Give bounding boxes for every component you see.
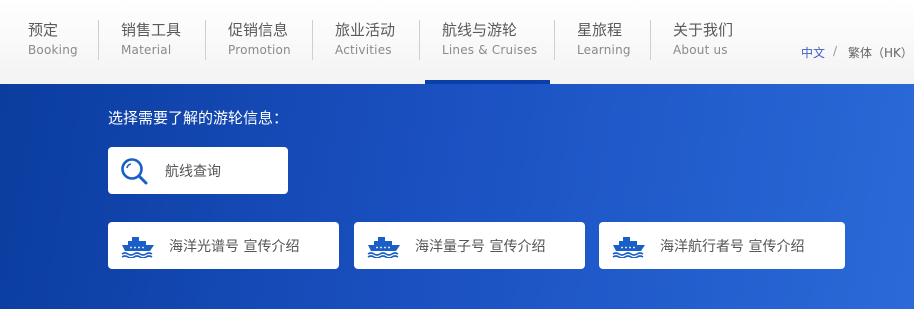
nav-item-lines-cruises[interactable]: 航线与游轮 Lines & Cruises [442, 20, 537, 62]
top-nav: 预定 Booking 销售工具 Material 促销信息 Promotion … [0, 0, 914, 84]
lang-zh-link[interactable]: 中文 [801, 44, 825, 61]
nav-divider [554, 20, 555, 60]
ship-card-label: 海洋量子号 宣传介绍 [415, 239, 546, 255]
nav-divider [419, 20, 420, 60]
nav-item-en: Learning [577, 43, 631, 57]
nav-item-cn: 航线与游轮 [442, 21, 518, 39]
lang-hk-link[interactable]: 繁体（HK） [848, 44, 913, 61]
nav-item-activities[interactable]: 旅业活动 Activities [335, 20, 395, 62]
nav-item-promotion[interactable]: 促销信息 Promotion [228, 20, 291, 62]
search-icon [121, 158, 148, 185]
ship-card-spectrum[interactable]: 海洋光谱号 宣传介绍 [108, 222, 339, 269]
ship-card-label: 海洋航行者号 宣传介绍 [660, 239, 805, 255]
nav-item-en: Booking [28, 43, 78, 57]
nav-item-en: Activities [335, 43, 392, 57]
nav-divider [205, 20, 206, 60]
nav-item-material[interactable]: 销售工具 Material [121, 20, 181, 62]
nav-item-en: Material [121, 43, 172, 57]
nav-item-en: Promotion [228, 43, 291, 57]
nav-item-cn: 促销信息 [228, 21, 289, 39]
hero-panel: 选择需要了解的游轮信息： 航线查询 海洋光谱号 宣传介绍 海洋量子号 宣传介绍 … [0, 84, 914, 309]
nav-item-learning[interactable]: 星旅程 Learning [577, 20, 631, 62]
nav-item-cn: 预定 [28, 21, 59, 39]
nav-item-cn: 旅业活动 [335, 21, 396, 39]
hero-prompt: 选择需要了解的游轮信息： [108, 109, 289, 127]
nav-item-cn: 关于我们 [673, 21, 734, 39]
ship-icon [612, 237, 645, 258]
nav-item-en: Lines & Cruises [442, 43, 538, 57]
ship-icon [121, 237, 154, 258]
lang-separator: / [833, 44, 838, 58]
ship-card-label: 海洋光谱号 宣传介绍 [169, 239, 300, 255]
route-search-label: 航线查询 [165, 164, 221, 180]
route-search-button[interactable]: 航线查询 [108, 147, 288, 194]
ship-card-quantum[interactable]: 海洋量子号 宣传介绍 [354, 222, 585, 269]
nav-divider [312, 20, 313, 60]
nav-item-booking[interactable]: 预定 Booking [28, 20, 78, 62]
nav-divider [98, 20, 99, 60]
nav-item-about-us[interactable]: 关于我们 About us [673, 20, 733, 62]
ship-card-voyager[interactable]: 海洋航行者号 宣传介绍 [599, 222, 845, 269]
nav-divider [650, 20, 651, 60]
ship-icon [367, 237, 400, 258]
nav-item-cn: 销售工具 [121, 21, 182, 39]
nav-item-en: About us [673, 43, 728, 57]
nav-item-cn: 星旅程 [577, 21, 623, 39]
